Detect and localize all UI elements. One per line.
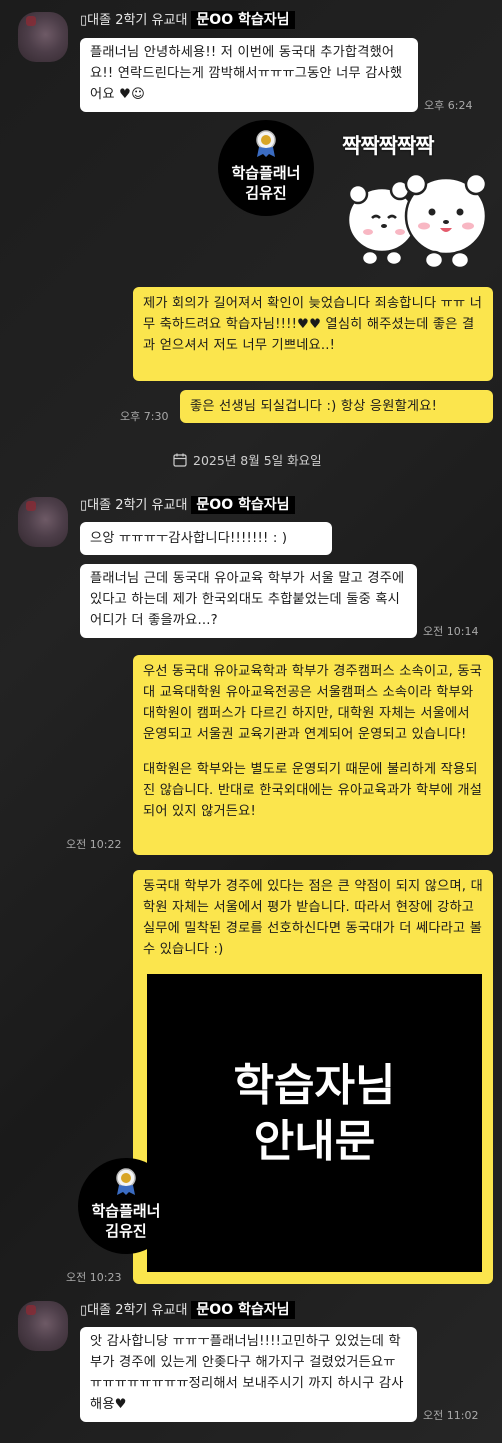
message-bubble[interactable]: 우선 동국대 유아교육학과 학부가 경주캠퍼스 소속이고, 동국대 교육대학원 … (133, 655, 493, 855)
message-paragraph: 우선 동국대 유아교육학과 학부가 경주캠퍼스 소속이고, 동국대 교육대학원 … (143, 664, 483, 742)
avatar[interactable] (18, 497, 68, 547)
notice-image[interactable]: 학습자님 안내문 (147, 974, 482, 1272)
timestamp: 오후 7:30 (120, 410, 169, 423)
sender-label: ▯대졸 2학기 유교대 (80, 1303, 188, 1318)
medal-icon (256, 130, 276, 157)
message-text: 앗 감사합니당 ㅠㅠㅜ플래너님!!!!고민하구 있었는데 학부가 경주에 있는게… (90, 1334, 404, 1412)
message-paragraph: 대학원은 학부와는 별도로 운영되기 때문에 불리하게 작용되진 않습니다. 반… (143, 762, 483, 819)
planner-title: 학습플래너 (231, 164, 301, 182)
bears-illustration-icon (346, 172, 488, 270)
message-bubble[interactable]: 제가 회의가 길어져서 확인이 늦었습니다 죄송합니다 ㅠㅠ 너무 축하드려요 … (133, 287, 493, 381)
message-bubble[interactable]: 좋은 선생님 되실겁니다 :) 항상 응원할게요! (180, 390, 493, 423)
timestamp: 오전 10:23 (66, 1271, 122, 1284)
message-bubble[interactable]: 앗 감사합니당 ㅠㅠㅜ플래너님!!!!고민하구 있었는데 학부가 경주에 있는게… (80, 1327, 417, 1422)
planner-profile-badge: 학습플래너 김유진 (78, 1158, 174, 1254)
notice-title-line1: 학습자님 (233, 1060, 396, 1111)
message-text: 제가 회의가 길어져서 확인이 늦었습니다 죄송합니다 ㅠㅠ 너무 축하드려요 … (143, 296, 483, 353)
timestamp: 오전 10:22 (66, 838, 122, 851)
avatar[interactable] (18, 1301, 68, 1351)
timestamp: 오후 6:24 (424, 99, 473, 112)
sender-tag: 문OO 학습자님 (191, 496, 295, 514)
sender-tag: 문OO 학습자님 (191, 1301, 295, 1319)
avatar[interactable] (18, 12, 68, 62)
message-text: 동국대 학부가 경주에 있다는 점은 큰 약점이 되지 않으며, 대학원 자체는… (143, 879, 483, 957)
message-text: 플래너님 근데 동국대 유아교육 학부가 서울 말고 경주에 있다고 하는데 제… (90, 571, 405, 628)
sender-tag: 문OO 학습자님 (191, 11, 295, 29)
timestamp: 오전 10:14 (423, 625, 479, 638)
planner-name: 김유진 (245, 184, 287, 202)
message-bubble[interactable]: 플래너님 안녕하세용!! 저 이번에 동국대 추가합격했어요!! 연락드린다는게… (80, 38, 418, 112)
sender-name: ▯대졸 2학기 유교대 문OO 학습자님 (80, 1299, 295, 1319)
date-label: 2025년 8월 5일 화요일 (193, 453, 322, 468)
message-bubble[interactable]: 플래너님 근데 동국대 유아교육 학부가 서울 말고 경주에 있다고 하는데 제… (80, 564, 417, 638)
sender-name: ▯대졸 2학기 유교대 문OO 학습자님 (80, 494, 295, 514)
planner-profile-badge: 학습플래너 김유진 (218, 120, 314, 216)
sender-label: ▯대졸 2학기 유교대 (80, 498, 188, 513)
sender-label: ▯대졸 2학기 유교대 (80, 13, 188, 28)
sender-name: ▯대졸 2학기 유교대 문OO 학습자님 (80, 9, 295, 29)
date-separator: 2025년 8월 5일 화요일 (173, 450, 322, 469)
message-bubble[interactable]: 으앙 ㅠㅠㅠㅜ감사합니다!!!!!!! : ) (80, 522, 332, 555)
bear-sticker[interactable]: 짝짝짝짝짝 (340, 128, 496, 276)
message-text: 으앙 ㅠㅠㅠㅜ감사합니다!!!!!!! : ) (90, 531, 288, 546)
medal-icon (116, 1168, 136, 1195)
calendar-icon (173, 453, 187, 467)
timestamp: 오전 11:02 (423, 1409, 479, 1422)
planner-name: 김유진 (105, 1222, 147, 1240)
sticker-caption: 짝짝짝짝짝 (342, 134, 435, 158)
planner-title: 학습플래너 (91, 1202, 161, 1220)
message-text: 플래너님 안녕하세용!! 저 이번에 동국대 추가합격했어요!! 연락드린다는게… (90, 45, 403, 102)
notice-title-line2: 안내문 (253, 1116, 376, 1167)
message-text: 좋은 선생님 되실겁니다 :) 항상 응원할게요! (190, 399, 438, 414)
